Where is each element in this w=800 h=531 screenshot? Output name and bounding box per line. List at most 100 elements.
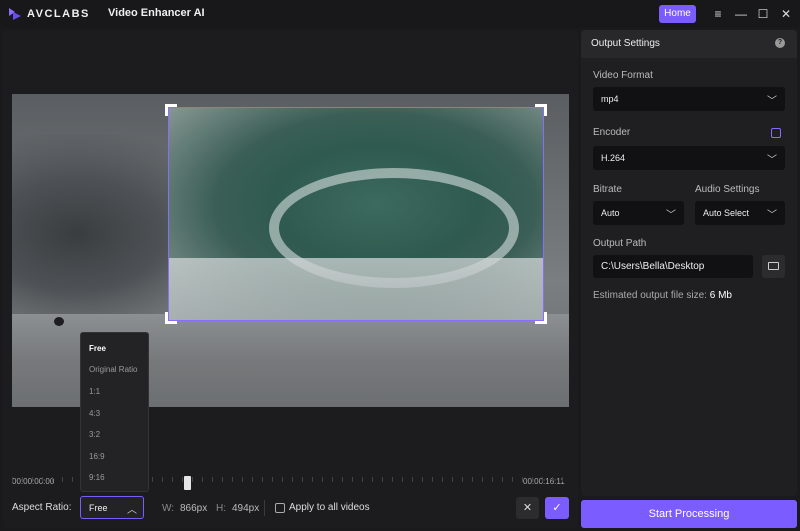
bitrate-value: Auto [601, 208, 620, 218]
crop-handle-top-left[interactable] [165, 104, 177, 116]
height-label: H: [216, 503, 226, 514]
timeline-tick [562, 477, 563, 482]
bitrate-label: Bitrate [593, 184, 622, 195]
timeline-tick [72, 477, 73, 482]
timeline-tick [542, 477, 543, 482]
timeline-tick [502, 477, 503, 482]
timeline-tick [462, 477, 463, 482]
timeline-tick [492, 477, 493, 482]
timeline-tick [412, 477, 413, 482]
audio-settings-label: Audio Settings [695, 184, 760, 195]
home-button[interactable]: Home [659, 5, 696, 23]
folder-icon [768, 262, 779, 270]
bitrate-select[interactable]: Auto ﹀ [593, 201, 684, 225]
output-path-field[interactable]: C:\Users\Bella\Desktop [593, 255, 753, 278]
estimated-size: Estimated output file size: 6 Mb [593, 290, 732, 301]
crop-handle-bottom-right[interactable] [535, 312, 547, 324]
aspect-ratio-label: Aspect Ratio: [12, 502, 72, 513]
encoder-select[interactable]: H.264 ﹀ [593, 146, 785, 170]
crop-rectangle[interactable] [168, 107, 544, 321]
video-format-select[interactable]: mp4 ﹀ [593, 87, 785, 111]
timeline-tick [362, 477, 363, 482]
aspect-ratio-select[interactable]: Free ︿ [80, 496, 144, 519]
width-value[interactable]: 866px [180, 503, 207, 514]
audio-settings-select[interactable]: Auto Select ﹀ [695, 201, 785, 225]
output-settings-title: Output Settings [591, 38, 660, 49]
chevron-down-icon: ﹀ [767, 96, 777, 107]
chevron-down-icon: ﹀ [767, 155, 777, 166]
start-processing-button[interactable]: Start Processing [581, 500, 797, 528]
timeline-tick [342, 477, 343, 482]
timeline-tick [292, 477, 293, 482]
avclabs-logo-icon [9, 8, 21, 20]
apply-all-label[interactable]: Apply to all videos [289, 502, 370, 513]
confirm-crop-button[interactable]: ✓ [545, 497, 569, 519]
width-label: W: [162, 503, 175, 514]
timeline-tick [512, 477, 513, 482]
timeline-tick [42, 477, 43, 482]
timeline-tick [472, 477, 473, 482]
video-format-label: Video Format [593, 70, 653, 81]
timeline-tick [212, 477, 213, 482]
audio-settings-value: Auto Select [703, 208, 750, 218]
timeline-tick [32, 477, 33, 482]
timeline-tick [482, 477, 483, 482]
timeline-tick [302, 477, 303, 482]
timeline-tick [52, 477, 53, 482]
timeline-tick [192, 477, 193, 482]
apply-all-checkbox[interactable] [275, 503, 285, 513]
timeline-tick [522, 477, 523, 482]
estimated-size-value: 6 Mb [709, 290, 732, 301]
browse-folder-button[interactable] [762, 255, 785, 278]
crop-handle-bottom-left[interactable] [165, 312, 177, 324]
maximize-icon[interactable]: ☐ [756, 6, 770, 22]
timeline-tick [422, 477, 423, 482]
aspect-option-original-ratio[interactable]: Original Ratio [89, 365, 137, 374]
close-icon[interactable]: ✕ [779, 6, 793, 22]
timeline-tick [62, 477, 63, 482]
timeline-tick [442, 477, 443, 482]
timeline-tick [282, 477, 283, 482]
check-icon: ✓ [552, 502, 562, 514]
app-title: Video Enhancer AI [108, 7, 205, 19]
output-path-label: Output Path [593, 238, 647, 249]
timeline-tick [402, 477, 403, 482]
timeline-tick [272, 477, 273, 482]
close-icon: ✕ [522, 502, 533, 514]
timeline-tick [452, 477, 453, 482]
video-rock [54, 317, 64, 326]
timeline-tick [172, 477, 173, 482]
encoder-label: Encoder [593, 127, 631, 138]
timeline-tick [152, 477, 153, 482]
aspect-option-4-3[interactable]: 4:3 [89, 409, 100, 418]
crop-handle-top-right[interactable] [535, 104, 547, 116]
brand-name: AVCLABS [27, 8, 90, 20]
timeline-tick [222, 477, 223, 482]
minimize-icon[interactable]: — [734, 6, 748, 22]
timeline-tick [432, 477, 433, 482]
timeline-tick [372, 477, 373, 482]
timeline-tick [22, 477, 23, 482]
timeline-tick [12, 477, 13, 482]
aspect-option-3-2[interactable]: 3:2 [89, 430, 100, 439]
encoder-settings-icon[interactable] [771, 128, 781, 138]
chevron-down-icon: ﹀ [767, 210, 777, 221]
encoder-value: H.264 [601, 153, 626, 163]
timeline-tick [532, 477, 533, 482]
help-icon[interactable]: ? [775, 38, 785, 48]
aspect-option-16-9[interactable]: 16:9 [89, 452, 105, 461]
timeline-playhead[interactable] [184, 476, 191, 490]
aspect-option-free[interactable]: Free [89, 344, 106, 353]
estimated-size-label: Estimated output file size: [593, 290, 707, 301]
aspect-option-1-1[interactable]: 1:1 [89, 387, 100, 396]
timeline-tick [182, 477, 183, 482]
aspect-ratio-value: Free [89, 503, 108, 513]
cancel-crop-button[interactable]: ✕ [516, 497, 539, 519]
timeline-tick [352, 477, 353, 482]
timeline-tick [382, 477, 383, 482]
timeline-tick [552, 477, 553, 482]
height-value[interactable]: 494px [232, 503, 259, 514]
menu-icon[interactable]: ≡ [711, 6, 725, 22]
chevron-down-icon: ﹀ [666, 210, 676, 221]
aspect-option-9-16[interactable]: 9:16 [89, 473, 105, 482]
